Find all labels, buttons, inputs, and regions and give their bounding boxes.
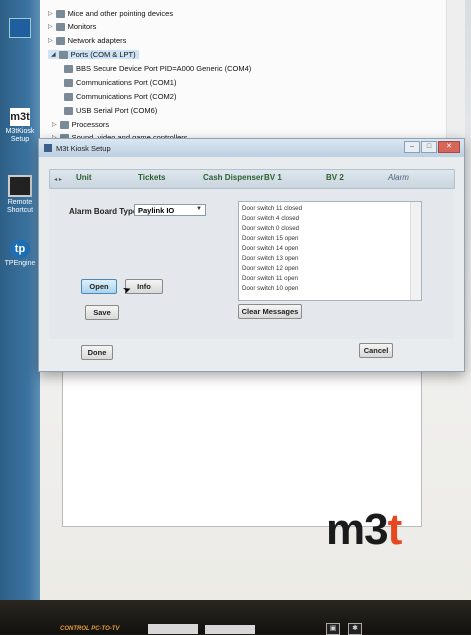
power-icon[interactable]: ▣ — [326, 623, 340, 635]
list-item: Door switch 0 closed — [242, 225, 300, 232]
monitor-icon — [55, 22, 65, 31]
tree-item-ports[interactable]: ◢ Ports (COM & LPT) — [48, 50, 139, 59]
list-item: Door switch 15 open — [242, 235, 299, 242]
message-list[interactable]: Door switch 11 closed Door switch 4 clos… — [238, 201, 422, 301]
tree-item-processors[interactable]: ▷ Processors — [52, 120, 109, 129]
done-button[interactable]: Done — [81, 345, 113, 360]
desktop-icon-strip: m3t M3tKiosk Setup Remote Shortcut tp TP… — [0, 0, 40, 600]
tree-item-port-com2[interactable]: Communications Port (COM2) — [64, 92, 176, 101]
dialog-title: M3t Kiosk Setup — [56, 143, 111, 153]
port-icon — [64, 64, 73, 73]
clear-messages-button[interactable]: Clear Messages — [238, 304, 302, 319]
tree-item-network[interactable]: ▷ Network adapters — [48, 36, 126, 45]
kiosk-setup-dialog: M3t Kiosk Setup – □ ✕ ◂ ▸ Unit Tickets C… — [38, 138, 465, 372]
tree-item-port-com1[interactable]: Communications Port (COM1) — [64, 78, 176, 87]
monitor-screen: m3t M3tKiosk Setup Remote Shortcut tp TP… — [0, 0, 471, 600]
m3t-logo: m3t — [326, 505, 402, 554]
tab-scroll-icon[interactable]: ◂ ▸ — [50, 176, 66, 183]
tab-bar: ◂ ▸ Unit Tickets Cash Dispenser BV 1 BV … — [49, 169, 455, 189]
list-item: Door switch 4 closed — [242, 215, 300, 222]
tree-item-mice[interactable]: ▷ Mice and other pointing devices — [48, 9, 173, 18]
save-button[interactable]: Save — [85, 305, 119, 320]
bezel-label-plate — [205, 625, 255, 634]
tab-bv1[interactable]: BV 1 — [264, 173, 282, 182]
tab-tickets[interactable]: Tickets — [138, 173, 165, 182]
bezel-label-plate — [148, 624, 198, 634]
desktop-icon-remote[interactable]: Remote Shortcut — [4, 175, 36, 215]
network-icon — [55, 36, 65, 45]
bezel-label: CONTROL PC-TO-TV — [60, 626, 120, 632]
device-manager-scrollbar[interactable] — [446, 0, 465, 150]
app-icon — [44, 144, 52, 152]
settings-icon[interactable]: ✱ — [348, 623, 362, 635]
minimize-button[interactable]: – — [404, 141, 420, 153]
tab-bv2[interactable]: BV 2 — [326, 173, 344, 182]
alarm-board-type-select[interactable]: Paylink IO ▼ — [134, 204, 206, 216]
tab-alarm[interactable]: Alarm — [388, 173, 409, 182]
tab-cash-dispenser[interactable]: Cash Dispenser — [203, 173, 263, 182]
alarm-board-type-label: Alarm Board Type: — [69, 207, 140, 216]
close-button[interactable]: ✕ — [438, 141, 460, 153]
port-icon — [64, 92, 73, 101]
desktop-icon-label: Remote Shortcut — [6, 199, 34, 214]
desktop-icon-app[interactable] — [4, 18, 36, 40]
message-list-scrollbar[interactable] — [410, 202, 421, 300]
desktop-icon-label: M3tKiosk Setup — [5, 128, 35, 143]
desktop-icon-label: TPEngine — [4, 260, 36, 267]
port-icon — [64, 106, 73, 115]
tab-unit[interactable]: Unit — [76, 173, 92, 182]
maximize-button[interactable]: □ — [421, 141, 437, 153]
list-item: Door switch 13 open — [242, 255, 299, 262]
list-item: Door switch 11 closed — [242, 205, 303, 212]
mouse-icon — [55, 9, 65, 18]
tp-icon: tp — [10, 240, 30, 258]
port-icon — [64, 78, 73, 87]
tv-bezel: CONTROL PC-TO-TV ▣ ✱ — [0, 600, 471, 635]
list-item: Door switch 10 open — [242, 285, 299, 292]
port-icon — [58, 50, 68, 59]
open-button[interactable]: Open — [81, 279, 117, 294]
cancel-button[interactable]: Cancel — [359, 343, 393, 358]
app-icon — [9, 18, 31, 38]
desktop-icon-m3t-setup[interactable]: m3t M3tKiosk Setup — [4, 108, 36, 144]
processor-icon — [59, 120, 69, 129]
list-item: Door switch 11 open — [242, 275, 298, 282]
chevron-down-icon: ▼ — [196, 206, 202, 212]
desktop-icon-tp[interactable]: tp TPEngine — [4, 240, 36, 268]
tree-item-monitors[interactable]: ▷ Monitors — [48, 22, 96, 31]
m3t-icon: m3t — [10, 108, 30, 126]
list-item: Door switch 14 open — [242, 245, 299, 252]
tree-item-port-com6[interactable]: USB Serial Port (COM6) — [64, 106, 157, 115]
list-item: Door switch 12 open — [242, 265, 299, 272]
tree-item-port-com4[interactable]: BBS Secure Device Port PID=A000 Generic … — [64, 64, 251, 73]
dialog-titlebar[interactable]: M3t Kiosk Setup – □ ✕ — [39, 139, 464, 157]
device-manager-window: ▷ Mice and other pointing devices ▷ Moni… — [40, 0, 465, 151]
remote-icon — [8, 175, 32, 197]
